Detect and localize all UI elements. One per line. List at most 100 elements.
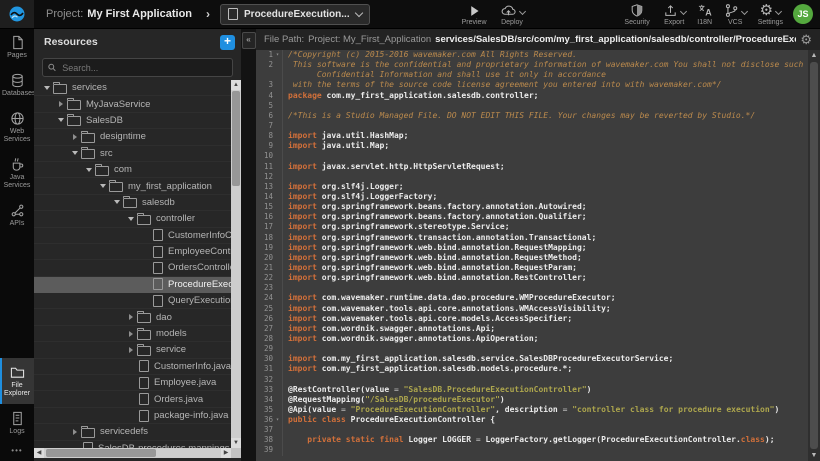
tree-item-src[interactable]: src — [34, 146, 231, 162]
tree-item-customerinfo-java[interactable]: CustomerInfo.java — [34, 359, 231, 375]
fold-gutter — [273, 334, 283, 344]
folder-icon — [81, 428, 95, 438]
tree-item-service[interactable]: service — [34, 342, 231, 358]
preview-button[interactable]: Preview — [462, 3, 487, 26]
tree-vertical-scrollbar[interactable]: ▲ ▼ — [231, 80, 241, 448]
tree-item-models[interactable]: models — [34, 326, 231, 342]
add-resource-button[interactable]: + — [220, 35, 235, 50]
vcs-button[interactable]: VCS — [724, 3, 747, 26]
tree-item-my-first-application[interactable]: my_first_application — [34, 178, 231, 194]
scroll-right-icon[interactable]: ▶ — [221, 448, 231, 458]
wavemaker-logo[interactable] — [0, 0, 34, 28]
line-number: 5 — [256, 101, 273, 111]
code-area[interactable]: 1▾/*Copyright (c) 2015-2016 wavemaker.co… — [256, 50, 808, 461]
more-menu-button[interactable]: ••• — [0, 442, 34, 461]
tree-item-myjavaservice[interactable]: MyJavaService — [34, 96, 231, 112]
code-text: @RestController(value = "SalesDB.Procedu… — [288, 385, 591, 395]
tree-item-servicedefs[interactable]: servicedefs — [34, 424, 231, 440]
tree-item-package-info-java[interactable]: package-info.java — [34, 408, 231, 424]
i18n-label: I18N — [697, 19, 712, 26]
tree-item-controller[interactable]: controller — [34, 211, 231, 227]
editor-vertical-scrollbar[interactable]: ▲ ▼ — [808, 50, 820, 461]
breadcrumb-chevron-icon: › — [206, 7, 210, 21]
fold-gutter — [273, 243, 283, 253]
tree-item-procedureexecutioncontroller-java[interactable]: ProcedureExecutionController.java — [34, 277, 231, 293]
line-number: 29 — [256, 344, 273, 354]
tree-item-orderscontroller-java[interactable]: OrdersController.java — [34, 260, 231, 276]
sidebar-item-logs[interactable]: Logs — [0, 404, 34, 442]
fold-arrow-icon[interactable]: ▾ — [273, 415, 283, 425]
sidebar-item-apis[interactable]: APIs — [0, 196, 34, 234]
chevron-right-icon[interactable] — [70, 134, 80, 140]
search-input[interactable] — [60, 62, 227, 74]
editor-settings-gear-icon[interactable]: ⚙ — [800, 33, 812, 46]
code-line: 13import org.slf4j.Logger; — [256, 182, 808, 192]
security-button[interactable]: Security — [624, 3, 649, 26]
code-line: 29 — [256, 344, 808, 354]
sidebar-item-databases[interactable]: Databases — [0, 66, 34, 104]
search-box[interactable] — [42, 58, 233, 77]
chevron-down-icon[interactable] — [70, 151, 80, 155]
scroll-up-icon[interactable]: ▲ — [808, 50, 820, 61]
chevron-down-icon[interactable] — [56, 118, 66, 122]
sidebar-item-java-services[interactable]: Java Services — [0, 150, 34, 196]
collapse-panel-button[interactable]: « — [242, 32, 256, 49]
sidebar-item-pages[interactable]: Pages — [0, 28, 34, 66]
user-avatar[interactable]: JS — [793, 4, 813, 24]
line-number: 2 — [256, 60, 273, 70]
fold-gutter — [273, 212, 283, 222]
fold-gutter — [273, 60, 283, 70]
tree-item-queryexecutioncontroller-java[interactable]: QueryExecutionController.java — [34, 293, 231, 309]
tree-item-employeecontroller-java[interactable]: EmployeeController.java — [34, 244, 231, 260]
chevron-right-icon[interactable] — [126, 347, 136, 353]
sidebar-item-web-services[interactable]: Web Services — [0, 104, 34, 150]
folder-icon — [67, 116, 81, 126]
tree-item-salesdb[interactable]: salesdb — [34, 195, 231, 211]
project-breadcrumb: Project:My First Application — [46, 8, 192, 20]
tree-item-dao[interactable]: dao — [34, 309, 231, 325]
fold-arrow-icon[interactable]: ▾ — [273, 50, 283, 60]
scroll-up-icon[interactable]: ▲ — [231, 80, 241, 90]
branch-icon — [724, 3, 739, 18]
code-line: 7 — [256, 121, 808, 131]
export-button[interactable]: Export — [663, 3, 686, 26]
chevron-right-icon[interactable] — [126, 314, 136, 320]
chevron-down-icon[interactable] — [42, 86, 52, 90]
fold-gutter — [273, 375, 283, 385]
top-bar: Project:My First Application › Procedure… — [0, 0, 820, 29]
chevron-right-icon[interactable] — [126, 331, 136, 337]
tree-item-com[interactable]: com — [34, 162, 231, 178]
chevron-down-icon[interactable] — [98, 184, 108, 188]
panel-divider: « — [241, 28, 256, 461]
logs-icon — [10, 411, 25, 426]
tree-item-designtime[interactable]: designtime — [34, 129, 231, 145]
chevron-down-icon[interactable] — [84, 168, 94, 172]
tree-item-salesdb[interactable]: SalesDB — [34, 113, 231, 129]
tree-item-label: CustomerInfo.java — [154, 361, 231, 372]
file-path-label: File Path: — [264, 34, 304, 45]
code-text: import com.wavemaker.runtime.data.dao.pr… — [288, 293, 616, 303]
scroll-left-icon[interactable]: ◀ — [34, 448, 44, 458]
i18n-button[interactable]: A I18N — [697, 3, 713, 26]
tree-horizontal-scrollbar[interactable]: ◀ ▶ — [34, 448, 231, 458]
scroll-down-icon[interactable]: ▼ — [808, 450, 820, 461]
code-line: 33@RestController(value = "SalesDB.Proce… — [256, 385, 808, 395]
open-file-dropdown[interactable]: ProcedureExecution... — [220, 4, 370, 25]
settings-button[interactable]: ⚙ Settings — [758, 3, 783, 26]
line-number: 12 — [256, 172, 273, 182]
chevron-down-icon[interactable] — [126, 217, 136, 221]
chevron-right-icon[interactable] — [56, 101, 66, 107]
chevron-right-icon[interactable] — [70, 429, 80, 435]
scroll-down-icon[interactable]: ▼ — [231, 438, 241, 448]
tree-item-employee-java[interactable]: Employee.java — [34, 375, 231, 391]
code-text: import org.slf4j.LoggerFactory; — [288, 192, 437, 202]
fold-gutter — [273, 70, 283, 80]
deploy-button[interactable]: Deploy — [500, 3, 525, 26]
tree-item-orders-java[interactable]: Orders.java — [34, 391, 231, 407]
sidebar-item-file-explorer[interactable]: File Explorer — [0, 358, 34, 404]
tree-item-services[interactable]: services — [34, 80, 231, 96]
tree-item-customerinfocontroller-java[interactable]: CustomerInfoController.java — [34, 228, 231, 244]
code-line: 10 — [256, 151, 808, 161]
tree-item-salesdb-procedures-mappings-json[interactable]: SalesDB-procedures.mappings.json — [34, 441, 231, 448]
chevron-down-icon[interactable] — [112, 200, 122, 204]
